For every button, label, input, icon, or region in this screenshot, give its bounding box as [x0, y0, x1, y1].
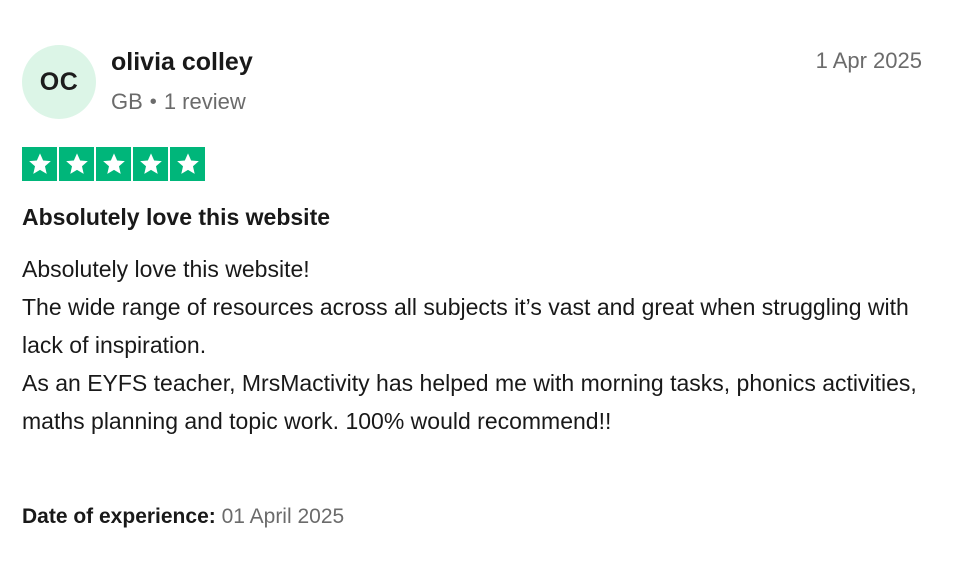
- experience-label: Date of experience:: [22, 505, 216, 528]
- star-icon: [59, 147, 94, 181]
- reviewer-country: GB: [111, 89, 143, 114]
- star-icon: [22, 147, 57, 181]
- review-body-line: Absolutely love this website!: [22, 256, 310, 282]
- review-body-line: As an EYFS teacher, MrsMactivity has hel…: [22, 370, 917, 434]
- date-of-experience: Date of experience: 01 April 2025: [22, 505, 344, 529]
- review-date: 1 Apr 2025: [815, 48, 922, 73]
- avatar[interactable]: OC: [22, 45, 96, 119]
- review-body: Absolutely love this website! The wide r…: [22, 250, 932, 440]
- review-body-line: The wide range of resources across all s…: [22, 294, 909, 358]
- star-icon: [170, 147, 205, 181]
- star-icon: [133, 147, 168, 181]
- reviewer-review-count: 1 review: [163, 89, 246, 114]
- experience-date: 01 April 2025: [221, 505, 345, 528]
- reviewer-name[interactable]: olivia colley: [111, 48, 253, 77]
- star-icon: [96, 147, 131, 181]
- reviewer-meta: GB • 1 review: [111, 89, 246, 115]
- star-rating: [22, 147, 205, 181]
- review-card: OC olivia colley GB • 1 review 1 Apr 202…: [0, 0, 956, 570]
- review-title[interactable]: Absolutely love this website: [22, 204, 330, 231]
- meta-separator: •: [149, 90, 157, 113]
